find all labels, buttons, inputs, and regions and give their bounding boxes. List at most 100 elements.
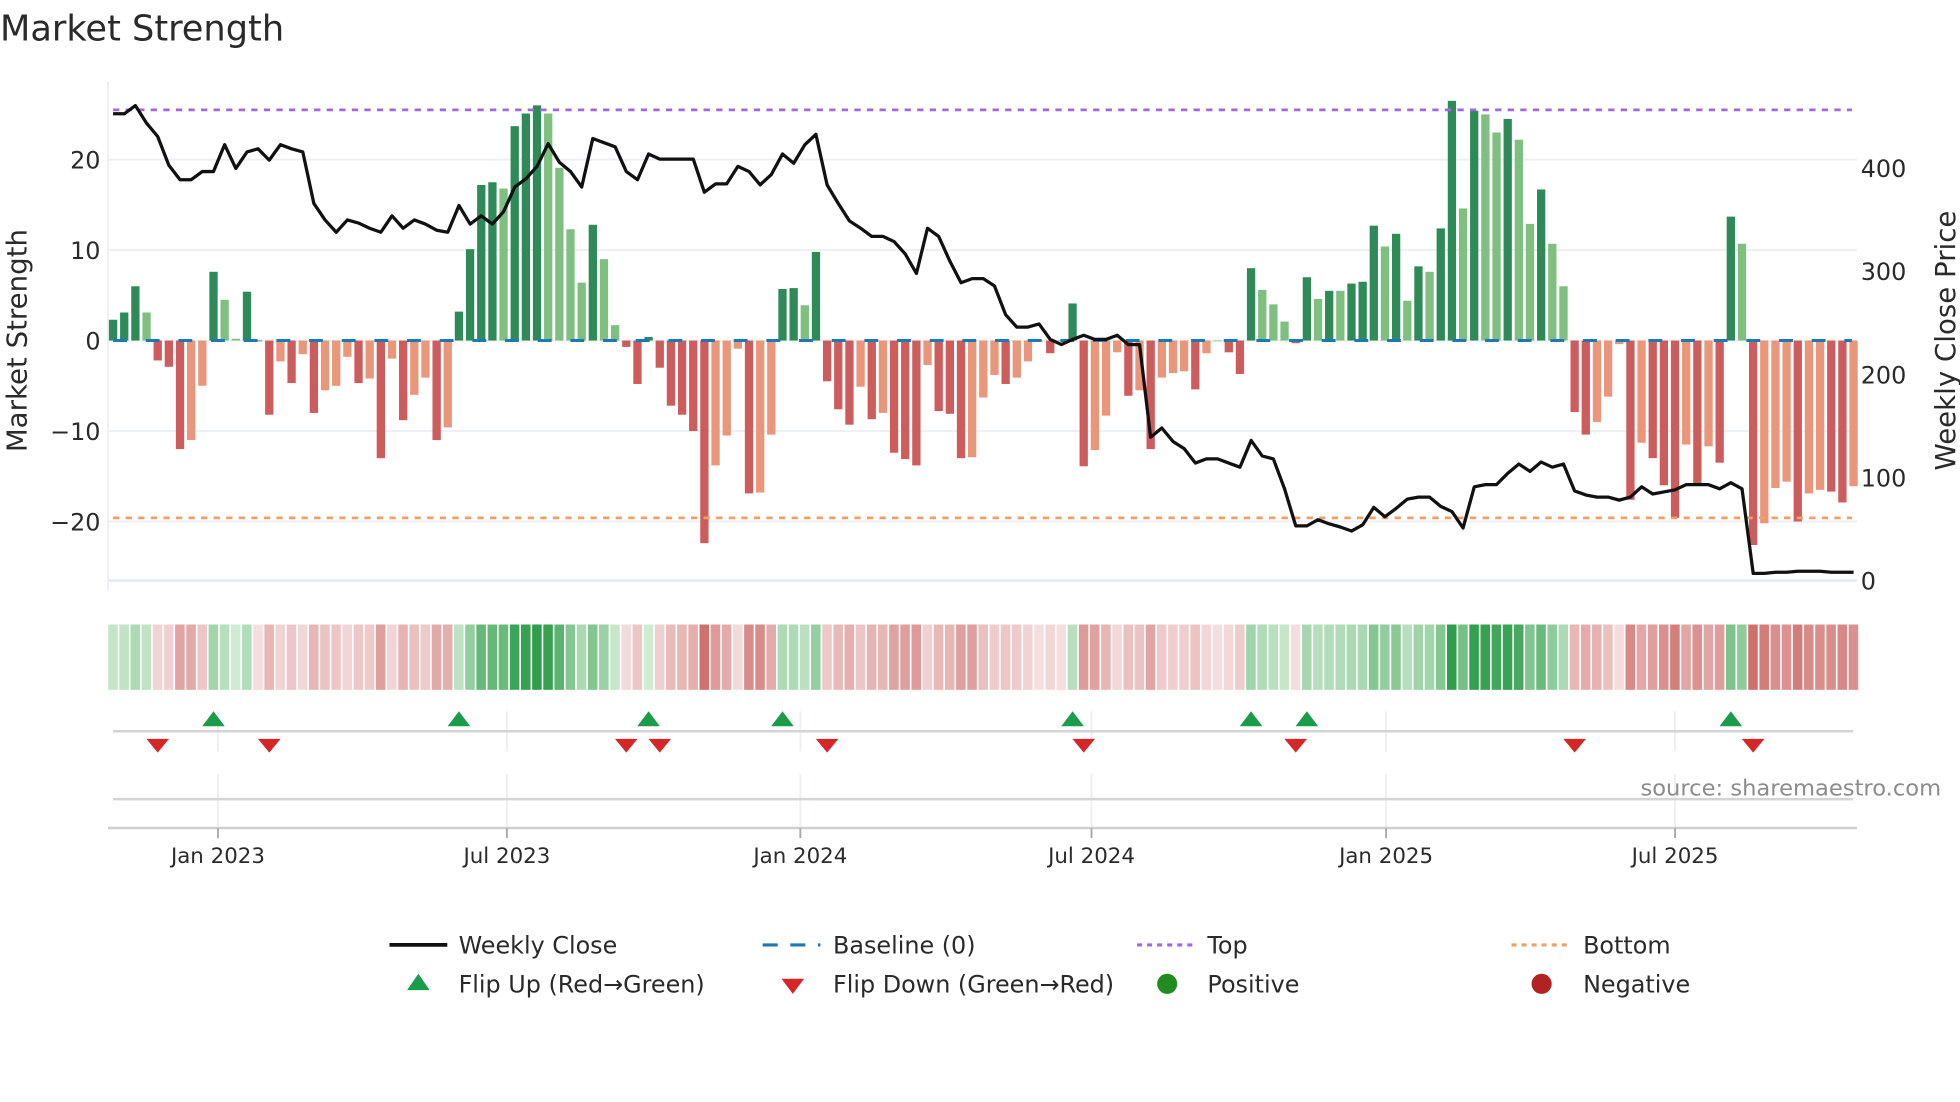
- heat-cell: [1357, 624, 1368, 690]
- heat-cell: [1636, 624, 1647, 690]
- heat-cell: [520, 624, 531, 690]
- strength-bar: [1537, 189, 1546, 341]
- flip-down-marker: [614, 738, 638, 753]
- heat-cell: [900, 624, 910, 690]
- legend-negative: Negative: [1583, 971, 1690, 999]
- heat-cell: [699, 624, 710, 690]
- heat-cell: [409, 624, 419, 690]
- legend-flip-up: Flip Up (Red→Green): [459, 971, 705, 999]
- strength-bar: [265, 340, 274, 415]
- flip-up-marker: [771, 711, 794, 727]
- strength-bar: [1827, 340, 1836, 492]
- strength-bar: [399, 340, 408, 421]
- heat-cell: [1547, 624, 1557, 690]
- strength-bar: [1068, 303, 1077, 341]
- heat-cell: [1569, 624, 1580, 690]
- strength-bar: [510, 126, 519, 341]
- chart-title: Market Strength: [0, 8, 284, 49]
- heat-cell: [933, 624, 944, 690]
- heat-cell: [242, 624, 252, 690]
- strength-bar: [1336, 290, 1345, 341]
- strength-bar: [700, 340, 709, 544]
- strength-bar: [577, 282, 586, 341]
- strength-bar: [209, 271, 218, 341]
- strength-bar: [1760, 340, 1769, 524]
- heat-cell: [1324, 624, 1334, 690]
- right-axis-title: Weekly Close Price: [1929, 211, 1960, 471]
- legend-flip-up-icon: [407, 973, 430, 991]
- grid-lines: [107, 81, 1857, 591]
- strength-bar: [934, 340, 943, 412]
- strength-bar: [1737, 243, 1747, 341]
- strength-bar: [1313, 298, 1323, 341]
- heat-cell: [1435, 624, 1446, 690]
- flip-up-marker: [202, 711, 225, 727]
- y-tick-label: −10: [50, 418, 100, 446]
- x-tick-label: Jan 2023: [169, 844, 265, 869]
- heat-cell: [1748, 624, 1758, 690]
- y2-tick-label: 400: [1861, 155, 1907, 183]
- flip-up-marker: [1719, 711, 1743, 727]
- strength-bar: [1748, 340, 1758, 545]
- strength-bar: [465, 249, 475, 341]
- heat-cell: [1647, 624, 1658, 690]
- y-tick-label: 10: [70, 237, 100, 265]
- strength-bar: [789, 288, 798, 341]
- strength-bar: [1492, 132, 1501, 341]
- strength-bar: [1659, 340, 1669, 486]
- strength-bar: [477, 184, 486, 341]
- heat-cell: [219, 624, 230, 690]
- heat-cell: [643, 624, 654, 690]
- heat-cell: [1246, 624, 1256, 690]
- heat-cell: [1000, 624, 1011, 690]
- strength-bar: [220, 299, 229, 341]
- heat-cell: [766, 624, 776, 690]
- heat-cell: [398, 624, 408, 690]
- heat-cell: [1592, 624, 1602, 690]
- heat-cell: [309, 624, 319, 690]
- heat-cell: [375, 624, 386, 690]
- heat-cell: [253, 624, 263, 690]
- strength-bar: [298, 340, 307, 355]
- strength-bar: [354, 340, 363, 384]
- heat-cell: [498, 624, 509, 690]
- heat-cell: [1759, 624, 1769, 690]
- heat-cell: [1368, 624, 1379, 690]
- strength-bar: [979, 340, 988, 398]
- heat-cell: [119, 624, 129, 690]
- legend-bottom: Bottom: [1583, 932, 1671, 960]
- strength-bar: [1124, 340, 1133, 396]
- strength-bar: [1246, 268, 1256, 341]
- heat-cell: [855, 624, 866, 690]
- heat-cell: [1480, 624, 1491, 690]
- strength-bar: [410, 340, 419, 395]
- heat-cell: [108, 624, 118, 690]
- strength-bar: [677, 340, 687, 415]
- heat-cell: [1692, 624, 1703, 690]
- heat-cell: [744, 624, 754, 690]
- left-axis-ticks: 20 10 0 −10 −20: [50, 146, 100, 536]
- flip-markers-panel: [113, 711, 1854, 827]
- strength-bar: [1603, 340, 1613, 397]
- heat-cell: [799, 624, 810, 690]
- heat-cell: [1346, 624, 1357, 690]
- strength-bar: [990, 340, 999, 375]
- reference-lines: [113, 108, 1852, 520]
- heat-cell: [1112, 624, 1122, 690]
- strength-bar: [555, 167, 564, 341]
- heat-cell: [1313, 624, 1323, 690]
- heat-cell: [1458, 624, 1468, 690]
- heat-cell: [1391, 624, 1401, 690]
- x-tick-label: Jul 2023: [461, 844, 550, 869]
- heat-cell: [1469, 624, 1479, 690]
- strength-bar: [845, 340, 854, 425]
- heat-cell: [275, 624, 286, 690]
- heat-cell: [1826, 624, 1836, 690]
- strength-bar: [120, 312, 129, 341]
- heat-cell: [1658, 624, 1669, 690]
- strength-bar: [1213, 340, 1222, 342]
- strength-bar: [387, 340, 397, 359]
- strength-bar: [1157, 340, 1166, 378]
- strength-bar: [1592, 340, 1602, 422]
- strength-bar: [242, 291, 252, 341]
